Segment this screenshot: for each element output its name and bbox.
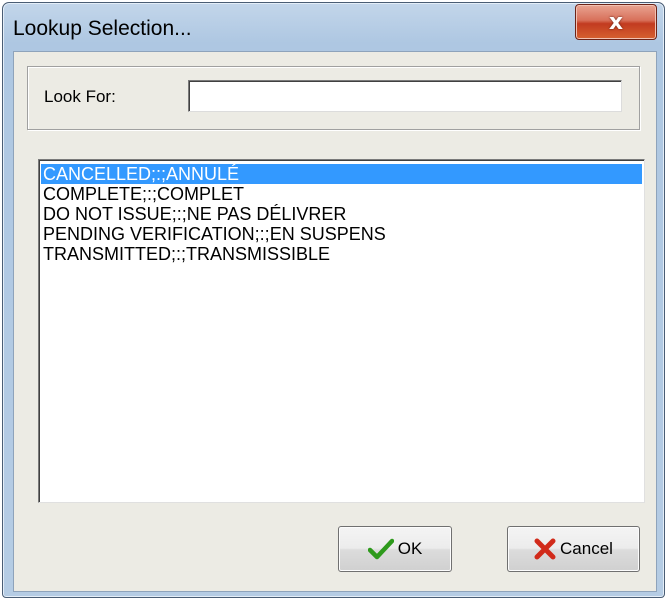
list-item[interactable]: COMPLETE;:;COMPLET: [41, 184, 642, 204]
window-title: Lookup Selection...: [13, 17, 192, 40]
look-for-label: Look For:: [44, 87, 116, 106]
checkmark-icon: [367, 538, 394, 560]
cancel-button[interactable]: Cancel: [507, 526, 640, 572]
lookup-selection-dialog: Lookup Selection... x Look For: CANCELLE…: [2, 2, 665, 598]
search-group: Look For:: [27, 66, 640, 130]
close-icon: x: [608, 9, 624, 35]
list-item[interactable]: TRANSMITTED;:;TRANSMISSIBLE: [41, 244, 642, 264]
close-button[interactable]: x: [575, 4, 657, 40]
ok-button[interactable]: OK: [338, 526, 452, 572]
lookup-list[interactable]: CANCELLED;:;ANNULÉ COMPLETE;:;COMPLET DO…: [38, 159, 645, 503]
dialog-client-area: Look For: CANCELLED;:;ANNULÉ COMPLETE;:;…: [13, 51, 657, 592]
look-for-input[interactable]: [188, 80, 622, 112]
list-item[interactable]: CANCELLED;:;ANNULÉ: [41, 164, 642, 184]
list-item[interactable]: DO NOT ISSUE;:;NE PAS DÉLIVRER: [41, 204, 642, 224]
ok-label: OK: [397, 539, 423, 558]
title-bar[interactable]: Lookup Selection... x: [3, 3, 664, 51]
list-item[interactable]: PENDING VERIFICATION;:;EN SUSPENS: [41, 224, 642, 244]
cancel-label: Cancel: [560, 539, 613, 558]
red-x-icon: [534, 538, 556, 560]
